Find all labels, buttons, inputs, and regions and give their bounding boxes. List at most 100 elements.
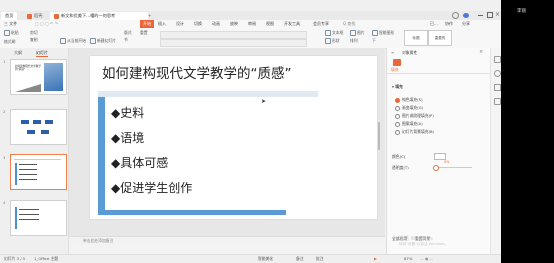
- panel-menu-icon[interactable]: ≡: [391, 50, 394, 55]
- tab-document[interactable]: 新文和优美下...帽的—何思考: [50, 12, 148, 20]
- help-icon[interactable]: [452, 12, 459, 19]
- style-important[interactable]: 重要的: [428, 30, 452, 46]
- radio-icon: [395, 121, 400, 127]
- paste-button[interactable]: 粘贴: [4, 30, 19, 36]
- thumb-line: [19, 214, 39, 215]
- menu-devtools[interactable]: 开发工具: [284, 20, 300, 28]
- new-slide-button[interactable]: 新建幻灯片: [90, 38, 116, 44]
- menu-bar: 三 文件 ▢ ▢ ▢ ↶ ↷ 开始 插入 设计 切换 动画 放映 审阅 视图 开…: [0, 20, 501, 28]
- section-button[interactable]: 节: [124, 37, 128, 43]
- layout-button[interactable]: 版式: [124, 30, 132, 36]
- menu-start[interactable]: 开始: [140, 20, 154, 28]
- smart-beautify-button[interactable]: 智能美化: [258, 256, 273, 262]
- cut-button[interactable]: 剪切: [30, 30, 38, 36]
- avatar[interactable]: [463, 13, 469, 18]
- radio-icon: [395, 97, 400, 103]
- font-controls[interactable]: [160, 31, 307, 39]
- menu-right-1[interactable]: 已...: [430, 20, 438, 28]
- panel-close-icon[interactable]: ×: [479, 49, 483, 55]
- maximize-icon[interactable]: [487, 12, 493, 18]
- menu-insert[interactable]: 插入: [158, 20, 166, 28]
- copy-button[interactable]: 复制: [30, 37, 38, 43]
- tab-home[interactable]: 首页: [1, 12, 18, 20]
- menu-slideshow[interactable]: 放映: [230, 20, 238, 28]
- menu-search[interactable]: Q 查找: [343, 20, 355, 28]
- option-background[interactable]: 幻灯片背景填充(B): [395, 129, 434, 135]
- bullet-item[interactable]: ◆语境: [111, 129, 144, 146]
- slide-thumb-1[interactable]: 如何建构现代文学教学的"质感": [10, 59, 67, 95]
- notes-button[interactable]: 备注: [296, 256, 304, 262]
- menu-share[interactable]: 分享: [462, 20, 470, 28]
- more-button[interactable]: 下: [372, 38, 376, 44]
- picture-button[interactable]: 图片: [350, 30, 365, 36]
- arrange-button[interactable]: 排列: [350, 38, 358, 44]
- shape-button[interactable]: 形状: [325, 38, 340, 44]
- color-picker[interactable]: [434, 153, 446, 160]
- tab-slides[interactable]: 幻灯片: [36, 50, 48, 57]
- style-title[interactable]: 标题: [404, 30, 428, 46]
- transparency-slider[interactable]: [434, 167, 472, 168]
- slide-thumb-4[interactable]: [10, 200, 67, 236]
- menu-review[interactable]: 审阅: [248, 20, 256, 28]
- thumb-block: [45, 120, 53, 124]
- bullet-item[interactable]: ◆具体可感: [111, 154, 168, 171]
- menu-animation[interactable]: 动画: [212, 20, 220, 28]
- tab-daoke[interactable]: 稻壳: [23, 12, 46, 20]
- navigate-icon[interactable]: [494, 70, 501, 77]
- menu-member[interactable]: 会员专享: [313, 20, 329, 28]
- option-solid[interactable]: 纯色填充(S): [395, 97, 423, 103]
- properties-icon[interactable]: [494, 56, 501, 63]
- animation-icon[interactable]: [494, 84, 501, 91]
- menu-view[interactable]: 视图: [266, 20, 274, 28]
- smartart-button[interactable]: 智能图形: [372, 30, 394, 36]
- zoom-slider[interactable]: — ● —: [420, 256, 433, 261]
- bullet-item[interactable]: ◆史料: [111, 104, 144, 121]
- close-icon[interactable]: ×: [495, 11, 500, 18]
- menu-design[interactable]: 设计: [176, 20, 184, 28]
- slide-title[interactable]: 如何建构现代文学教学的“质感”: [102, 62, 292, 82]
- tab-outline[interactable]: 大纲: [14, 50, 22, 56]
- menu-collab[interactable]: 协作: [445, 20, 453, 28]
- thumb-line: [19, 179, 37, 180]
- format-painter-button[interactable]: 格式刷: [4, 39, 15, 45]
- bullet-item[interactable]: ◆促进学生创作: [111, 179, 192, 196]
- daoke-icon: [27, 13, 32, 19]
- thumb-block: [21, 120, 29, 124]
- textbox-button[interactable]: 文本框: [325, 30, 343, 36]
- slider-handle[interactable]: [433, 165, 439, 171]
- reset-button[interactable]: 重置: [140, 30, 148, 36]
- slide-thumb-3[interactable]: [10, 154, 67, 190]
- ppt-icon: [54, 13, 59, 19]
- play-icon: [60, 38, 66, 44]
- slide-number: 1: [3, 60, 6, 64]
- option-pattern[interactable]: 图案填充(A): [395, 121, 423, 127]
- slide-thumb-2[interactable]: [10, 109, 67, 145]
- slide-number: 4: [3, 201, 6, 205]
- object-properties-panel: 对象属性 ≡ × 填充 ▾ 填充 纯色填充(S) 渐变填充(G) 图片或纹理填充…: [386, 48, 491, 254]
- settings-icon[interactable]: [494, 98, 501, 105]
- option-picture[interactable]: 图片或纹理填充(P): [395, 113, 434, 119]
- ribbon-toolbar: 粘贴 剪切 复制 格式刷 从当前开始 新建幻灯片 版式 节 重置 文本框 形状 …: [0, 28, 501, 49]
- paste-icon: [4, 30, 10, 36]
- fill-tab-icon[interactable]: [393, 59, 401, 66]
- vertical-scrollbar[interactable]: [378, 122, 380, 150]
- menu-file[interactable]: 三 文件: [4, 20, 17, 28]
- menu-transition[interactable]: 切换: [194, 20, 202, 28]
- app-window: 首页 稻壳 新文和优美下...帽的—何思考 + × 三 文件 ▢ ▢ ▢ ↶ ↷…: [0, 0, 501, 263]
- slides-panel: 大纲 幻灯片 1 如何建构现代文学教学的"质感" 2 3 4: [0, 48, 69, 254]
- thumb-image: [44, 63, 63, 91]
- fill-section-title[interactable]: ▾ 填充: [392, 84, 403, 90]
- notes-area[interactable]: 单击此处添加备注: [69, 236, 385, 245]
- new-tab-button[interactable]: +: [144, 12, 156, 20]
- option-gradient[interactable]: 渐变填充(G): [395, 105, 423, 111]
- activation-watermark-sub: 转到"设置"以激活 Windows。: [399, 242, 449, 246]
- play-current-button[interactable]: 从当前开始: [60, 38, 86, 44]
- comments-button[interactable]: 批注: [316, 256, 324, 262]
- minimize-icon[interactable]: [478, 15, 483, 16]
- play-icon[interactable]: ▶: [374, 256, 377, 261]
- current-slide[interactable]: 如何建构现代文学教学的“质感” ◆史料 ◆语境 ◆具体可感 ◆促进学生创作 ➤: [90, 56, 377, 219]
- thumb-block: [41, 130, 49, 134]
- side-user-name: 李丽: [517, 9, 526, 14]
- paragraph-controls[interactable]: [160, 39, 307, 47]
- thumb-block: [27, 130, 35, 134]
